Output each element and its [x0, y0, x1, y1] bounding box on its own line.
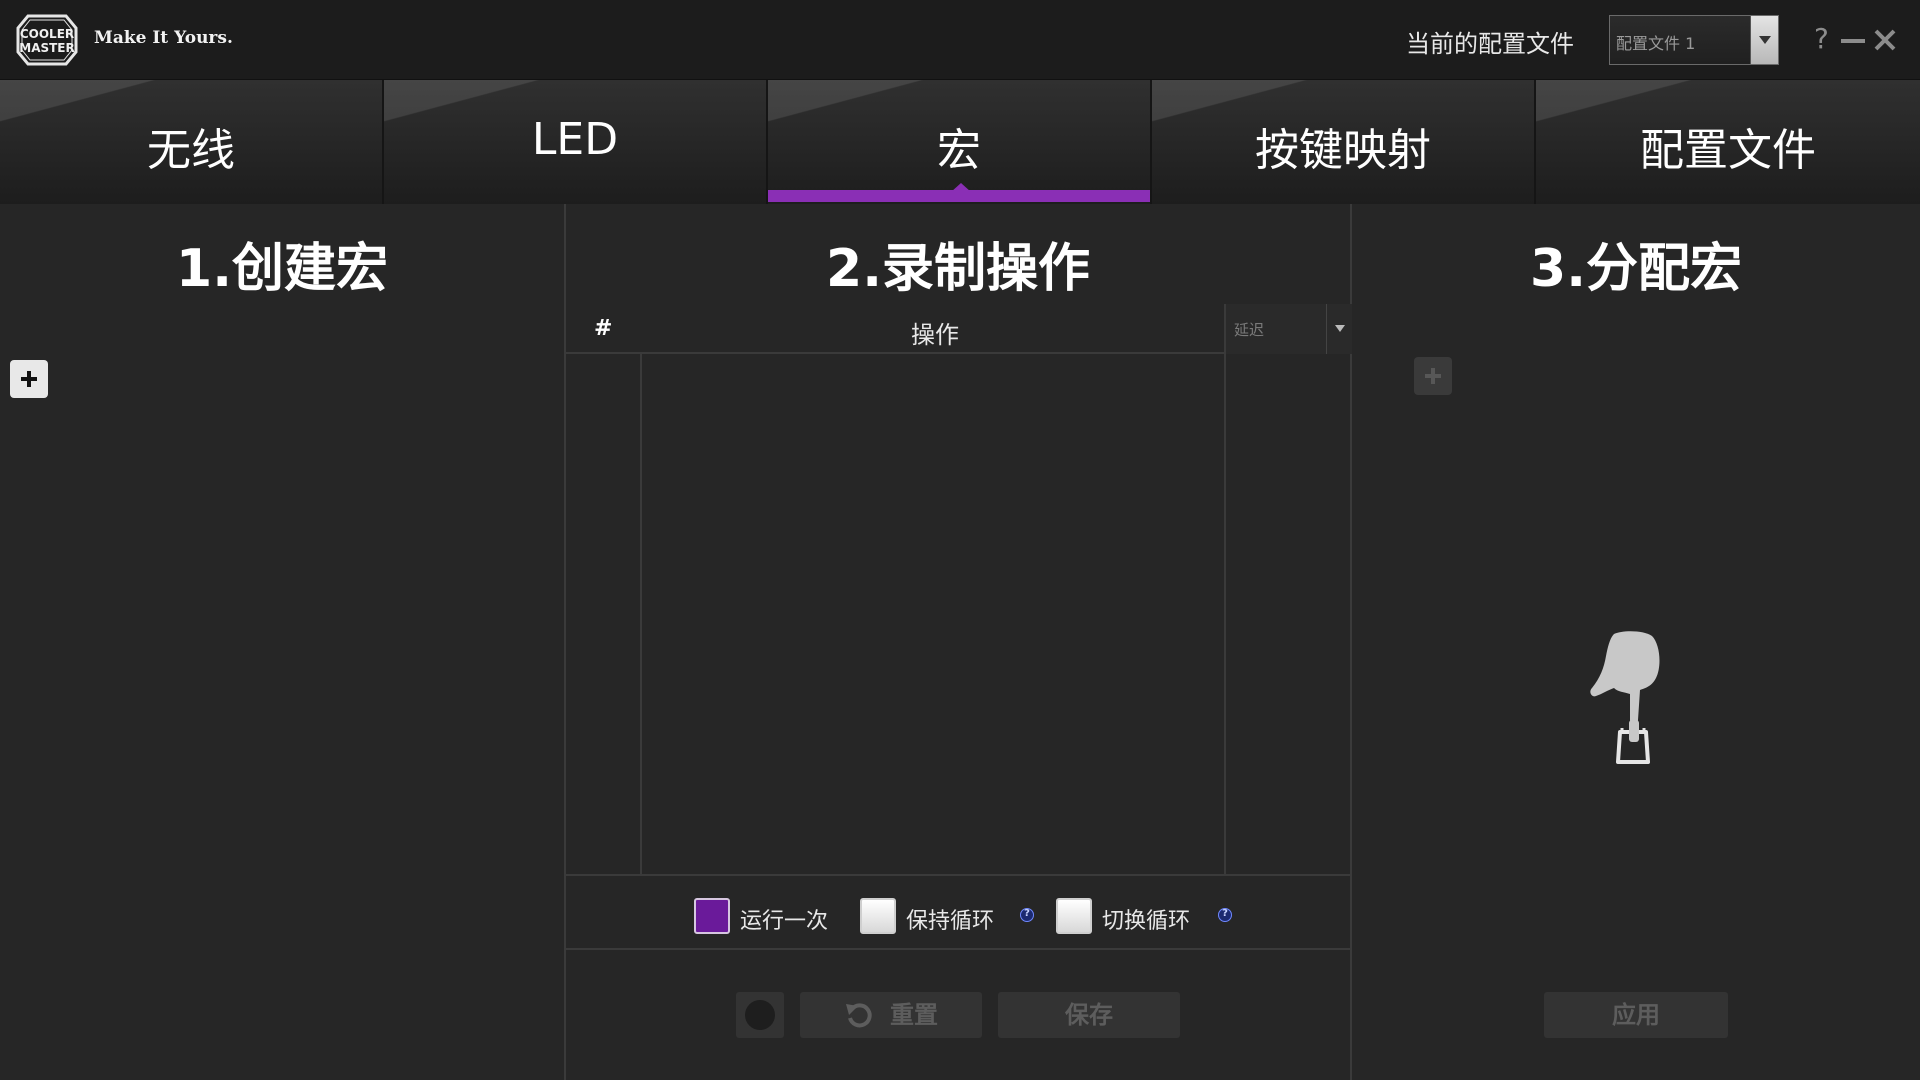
plus-icon: [21, 371, 37, 387]
playback-mode-options: 运行一次 保持循环 ? 切换循环 ?: [566, 878, 1352, 950]
reset-button[interactable]: 重置: [800, 992, 982, 1038]
record-actions-panel: 2.录制操作 # 操作 延迟 运行一次 保持循环 ? 切换循环 ? 重置 保存: [566, 204, 1352, 1080]
delay-dropdown-value: 延迟: [1234, 321, 1265, 339]
tab-label: 配置文件: [1640, 125, 1816, 176]
current-profile-label: 当前的配置文件: [1406, 30, 1574, 58]
tab-label: 宏: [937, 125, 981, 176]
chevron-down-icon[interactable]: [1326, 304, 1352, 354]
help-icon[interactable]: ?: [1020, 908, 1034, 922]
hold-loop-checkbox[interactable]: [860, 898, 896, 934]
apply-button[interactable]: 应用: [1544, 992, 1728, 1038]
assign-macro-title: 3.分配宏: [1530, 239, 1742, 299]
active-tab-indicator: [768, 190, 1150, 202]
create-macro-title: 1.创建宏: [176, 239, 388, 299]
save-label: 保存: [1065, 1001, 1113, 1029]
profile-dropdown[interactable]: 配置文件 1: [1609, 15, 1779, 65]
action-column-header: 操作: [911, 321, 959, 349]
reset-label: 重置: [890, 1001, 938, 1029]
tab-key-mapping[interactable]: 按键映射: [1152, 80, 1536, 204]
tab-label: 按键映射: [1255, 125, 1431, 176]
help-icon-glyph: ?: [1024, 908, 1030, 919]
tab-macro[interactable]: 宏: [768, 80, 1152, 204]
create-macro-panel: 1.创建宏: [0, 204, 566, 1080]
toggle-loop-option[interactable]: 切换循环: [1056, 898, 1196, 934]
record-button[interactable]: [736, 992, 784, 1038]
plus-icon: [1425, 368, 1441, 384]
assign-add-button[interactable]: [1414, 357, 1452, 395]
tab-led[interactable]: LED: [384, 80, 768, 204]
main-tabs: 无线 LED 宏 按键映射 配置文件: [0, 80, 1920, 204]
column-divider: [640, 354, 642, 874]
apply-label: 应用: [1612, 1001, 1660, 1029]
save-button[interactable]: 保存: [998, 992, 1180, 1038]
help-label: ?: [1814, 22, 1829, 55]
toggle-loop-label: 切换循环: [1102, 909, 1191, 934]
help-icon[interactable]: ?: [1814, 22, 1836, 58]
add-macro-button[interactable]: [10, 360, 48, 398]
help-icon-glyph: ?: [1222, 908, 1228, 919]
tab-profiles[interactable]: 配置文件: [1536, 80, 1920, 204]
toggle-loop-checkbox[interactable]: [1056, 898, 1092, 934]
pointing-hand-icon: [1574, 628, 1664, 772]
close-icon[interactable]: [1874, 22, 1896, 58]
actions-table-body[interactable]: [566, 354, 1352, 876]
reset-icon: [846, 1003, 872, 1028]
svg-text:MASTER: MASTER: [19, 41, 75, 55]
svg-text:COOLER: COOLER: [20, 27, 74, 41]
run-once-checkbox[interactable]: [694, 898, 730, 934]
assign-macro-panel: 3.分配宏 应用: [1352, 204, 1920, 1080]
minimize-icon[interactable]: [1841, 22, 1865, 58]
tab-label: LED: [531, 114, 619, 165]
run-once-label: 运行一次: [740, 909, 829, 934]
hold-loop-label: 保持循环: [906, 909, 995, 934]
record-actions-title: 2.录制操作: [826, 239, 1090, 299]
dropdown-arrow-icon[interactable]: [1750, 16, 1778, 64]
column-divider: [1224, 354, 1226, 874]
profile-dropdown-value: 配置文件 1: [1616, 34, 1696, 53]
delay-dropdown[interactable]: 延迟: [1224, 304, 1352, 354]
index-column-header: #: [594, 316, 613, 341]
tab-wireless[interactable]: 无线: [0, 80, 384, 204]
title-bar: COOLER MASTER Make It Yours. 当前的配置文件 配置文…: [0, 0, 1920, 80]
tagline: Make It Yours.: [94, 28, 233, 48]
record-icon: [745, 1000, 775, 1030]
hold-loop-option[interactable]: 保持循环: [860, 898, 1000, 934]
tab-label: 无线: [147, 125, 235, 176]
cooler-master-logo: COOLER MASTER: [16, 14, 78, 66]
run-once-option[interactable]: 运行一次: [694, 898, 834, 934]
help-icon[interactable]: ?: [1218, 908, 1232, 922]
